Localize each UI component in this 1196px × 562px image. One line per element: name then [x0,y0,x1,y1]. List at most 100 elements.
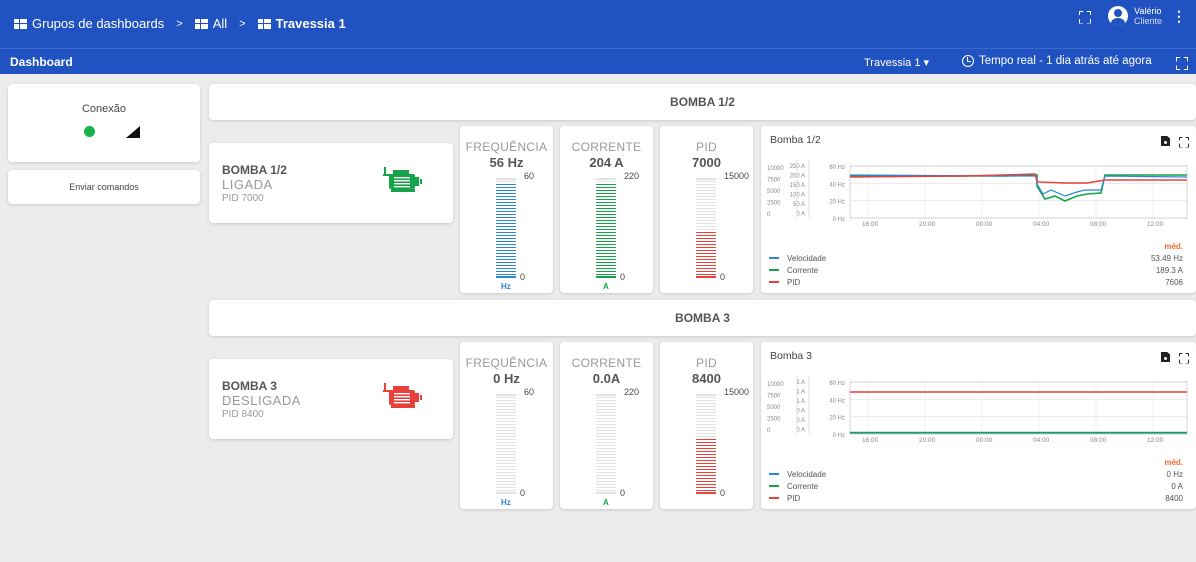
gauge-segment [696,207,716,210]
x-tick-label: 04:00 [1033,221,1050,228]
gauge-segment [496,450,516,453]
gauge-segment [596,237,616,240]
gauge-segment [696,477,716,480]
fullscreen-icon[interactable] [1176,57,1187,68]
y-tick-label: 40 Hz [829,398,845,404]
legend-label: Corrente [787,265,819,275]
chart-legend: méd. Velocidade 0 Hz Corrente 0 A PID 8400 [769,458,1183,504]
legend-value: 0 A [1171,481,1183,491]
legend-item[interactable]: Corrente 0 A [769,480,1183,492]
y-tick-label: 0 A [796,418,805,424]
x-tick-label: 16:00 [862,437,879,444]
y-tick-label: 5000 [767,405,781,411]
pump-state: LIGADA [222,177,273,192]
user-role: Cliente [1133,16,1162,26]
gauge-segment [496,219,516,222]
gauge-segment [596,258,616,261]
gauge-segment [596,210,616,213]
motor-part [394,183,410,185]
gauge-max: 220 [624,387,640,397]
user-info[interactable]: Valério Cliente [1134,6,1162,26]
y-tick-label: 200 A [790,174,805,180]
gauge-segment [496,186,516,189]
gauge-segment [696,258,716,261]
avatar[interactable] [1107,6,1128,26]
gauge-segment [696,273,716,275]
legend-item[interactable]: Velocidade 53.49 Hz [769,252,1183,264]
gauge-segment [696,195,716,198]
gauge-segment [496,201,516,204]
gauge-segment [696,219,716,222]
gauge-segment [696,394,716,396]
chart-title: Bomba 3 [770,350,813,362]
gauge-card: PID 8400 15000 0 [660,342,753,509]
gauge-min: 0 [620,272,626,282]
y-tick-label: 7500 [767,394,781,400]
legend-item[interactable]: Velocidade 0 Hz [769,468,1183,480]
legend-item[interactable]: PID 7606 [769,276,1183,288]
gauge-segment [696,186,716,189]
y-tick-label: 1 A [796,380,805,386]
pump-motor-icon [383,167,429,200]
gauge-bar [696,178,716,278]
dashboard-toolbar: Dashboard Travessia 1 ▾ Tempo real - 1 d… [0,48,1196,74]
gauge-segment [696,396,716,399]
user-name: Valério [1133,6,1162,16]
send-commands-button[interactable]: Enviar comandos [8,170,200,204]
gauge-segment [496,444,516,447]
dashboard-icon [194,18,208,29]
gauge-segment [696,201,716,204]
gauge-segment [496,438,516,441]
gauge-segment [496,480,516,483]
legend-swatch [769,485,779,487]
x-tick-label: 08:00 [1090,221,1107,228]
gauge-label: FREQUÊNCIA [465,356,548,370]
breadcrumb-all[interactable]: All [213,16,227,31]
gauge-segment [496,210,516,213]
breadcrumb-dashboard-groups[interactable]: Grupos de dashboards [32,16,164,31]
gauge-segment [596,195,616,198]
gauge-label: FREQUÊNCIA [465,140,548,154]
legend-item[interactable]: PID 8400 [769,492,1183,504]
gauge-segment [696,276,716,278]
gauge-unit: Hz [501,498,511,507]
fullscreen-icon[interactable] [1179,353,1188,362]
legend-label: Corrente [787,481,819,491]
breadcrumb-travessia[interactable]: Travessia 1 [276,16,346,31]
gauge-segment [596,405,616,408]
gauge-bar [596,394,616,494]
gauge-segment [596,243,616,246]
export-icon[interactable] [1161,352,1170,362]
gauge-unit: Hz [501,282,511,291]
gauge-segment [696,228,716,231]
gauge-segment [696,480,716,483]
more-vert-icon[interactable]: ⋮ [1172,8,1186,25]
gauge-segment [696,213,716,216]
gauge-segment [496,435,516,438]
time-range-button[interactable]: Tempo real - 1 dia atrás até agora [962,55,1152,67]
fullscreen-icon[interactable] [1179,137,1188,146]
motor-part [394,393,410,395]
gauge-segment [596,438,616,441]
state-selector[interactable]: Travessia 1 ▾ [864,56,929,69]
fullscreen-icon[interactable] [1079,11,1090,22]
gauge-segment [596,441,616,444]
gauge-segment [496,258,516,261]
gauge-segment [696,474,716,477]
gauge-segment [596,453,616,456]
breadcrumb-separator-icon: > [239,17,246,30]
gauge-segment [496,492,516,494]
motor-part [394,186,410,188]
y-tick-label: 0 A [796,212,805,218]
gauge-segment [496,195,516,198]
gauge-segment [696,252,716,255]
legend-value: 7606 [1165,277,1183,287]
gauge-segment [596,252,616,255]
gauge-segment [696,483,716,486]
gauge-segment [596,402,616,405]
legend-item[interactable]: Corrente 189.3 A [769,264,1183,276]
gauge-segment [496,240,516,243]
export-icon[interactable] [1161,136,1170,146]
gauge-segment [696,489,716,491]
gauge-card: FREQUÊNCIA 56 Hz 60 0 Hz [460,126,553,293]
